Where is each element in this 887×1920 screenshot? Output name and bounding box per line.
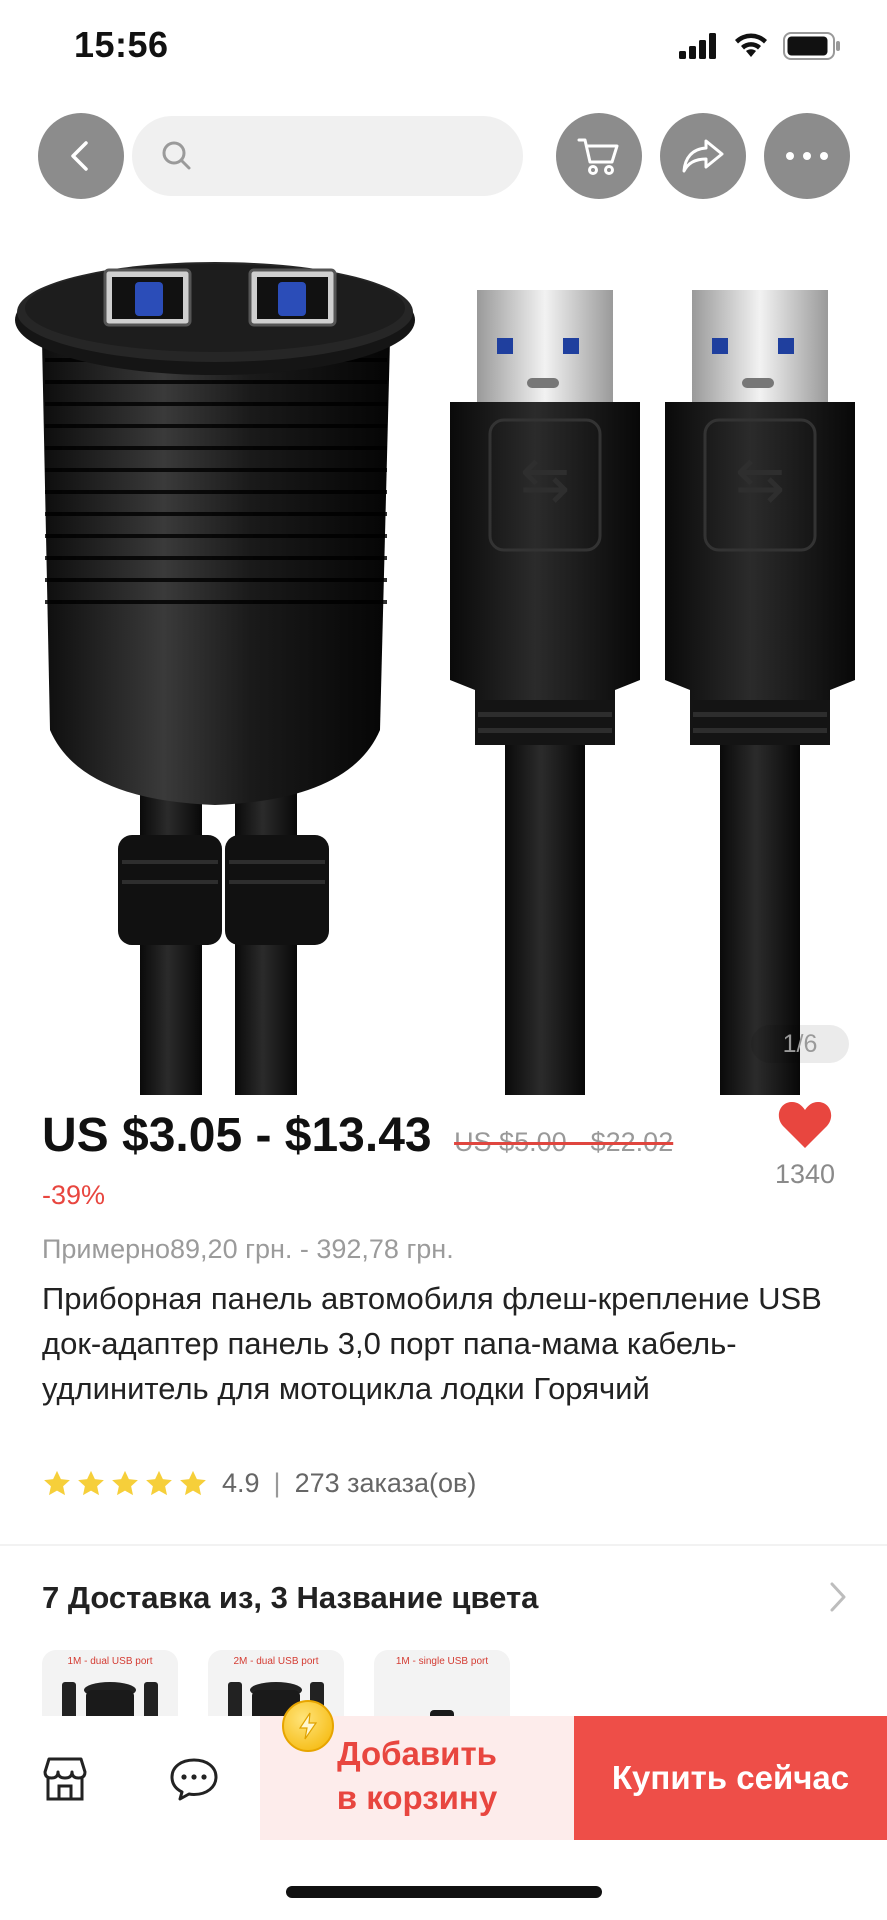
- wishlist-button[interactable]: 1340: [765, 1100, 845, 1190]
- bottom-action-bar: Добавить в корзину Купить сейчас: [0, 1700, 887, 1840]
- star-icon: [44, 1470, 70, 1495]
- usb-plug-2: ⇆: [665, 290, 855, 1095]
- usb-panel-cable-image: ⇆ ⇆: [15, 262, 855, 1095]
- share-icon: [682, 139, 724, 173]
- approx-price: Примерно89,20 грн. - 392,78 грн.: [42, 1234, 454, 1264]
- share-button[interactable]: [660, 113, 746, 199]
- search-bar[interactable]: [132, 116, 523, 196]
- top-navigation: [0, 113, 887, 199]
- variant-thumbnail-label: 1M - dual USB port: [67, 1656, 153, 1667]
- image-counter: 1/6: [751, 1025, 849, 1063]
- coin-badge-icon: [282, 1700, 334, 1752]
- status-icons: [679, 32, 841, 60]
- more-button[interactable]: [764, 113, 850, 199]
- original-price: US $5.00 - $22.02: [454, 1127, 674, 1157]
- svg-text:⇆: ⇆: [520, 445, 570, 515]
- svg-text:⇆: ⇆: [735, 445, 785, 515]
- product-title: Приборная панель автомобиля флеш-креплен…: [42, 1281, 822, 1406]
- store-button[interactable]: [36, 1750, 94, 1808]
- wifi-icon: [735, 33, 767, 57]
- price-range: US $3.05 - $13.43: [42, 1109, 432, 1162]
- rating-value: 4.9: [222, 1468, 260, 1498]
- section-divider: [0, 1544, 887, 1546]
- home-indicator[interactable]: [286, 1886, 602, 1898]
- back-button[interactable]: [38, 113, 124, 199]
- discount-badge: -39%: [42, 1180, 106, 1210]
- add-to-cart-label-line2: в корзину: [336, 1779, 498, 1816]
- star-icon: [78, 1470, 104, 1495]
- rating-separator: |: [273, 1468, 281, 1498]
- status-bar: 15:56: [0, 0, 887, 90]
- usb-plug-1: ⇆: [450, 290, 640, 1095]
- chevron-left-icon: [71, 141, 88, 171]
- heart-icon: [778, 1101, 832, 1148]
- orders-count: 273 заказа(ов): [294, 1468, 477, 1498]
- rating-stars: [42, 1469, 208, 1499]
- star-icon: [146, 1470, 172, 1495]
- star-icon: [112, 1470, 138, 1495]
- battery-icon: [783, 32, 840, 60]
- cart-icon: [577, 138, 619, 175]
- rating-row[interactable]: 4.9 | 273 заказа(ов): [42, 1468, 476, 1499]
- store-icon: [43, 1757, 87, 1801]
- signal-icon: [679, 33, 716, 59]
- cart-button[interactable]: [556, 113, 642, 199]
- variant-thumbnail-label: 1M - single USB port: [395, 1656, 489, 1667]
- shipping-variant-summary[interactable]: 7 Доставка из, 3 Название цвета: [42, 1580, 538, 1616]
- chevron-right-icon[interactable]: [827, 1580, 849, 1619]
- buy-now-button[interactable]: Купить сейчас: [574, 1716, 887, 1840]
- wishlist-count: 1340: [774, 1159, 836, 1189]
- price-block: US $3.05 - $13.43 US $5.00 - $22.02: [42, 1108, 742, 1163]
- chat-button[interactable]: [165, 1750, 223, 1808]
- search-input[interactable]: [206, 140, 506, 172]
- product-image[interactable]: ⇆ ⇆: [0, 260, 887, 1095]
- variant-thumbnail-label: 2M - dual USB port: [233, 1656, 319, 1667]
- star-icon: [180, 1470, 206, 1495]
- search-icon: [162, 141, 191, 170]
- chat-icon: [170, 1758, 218, 1801]
- more-icon: [786, 152, 828, 160]
- status-time: 15:56: [74, 24, 169, 65]
